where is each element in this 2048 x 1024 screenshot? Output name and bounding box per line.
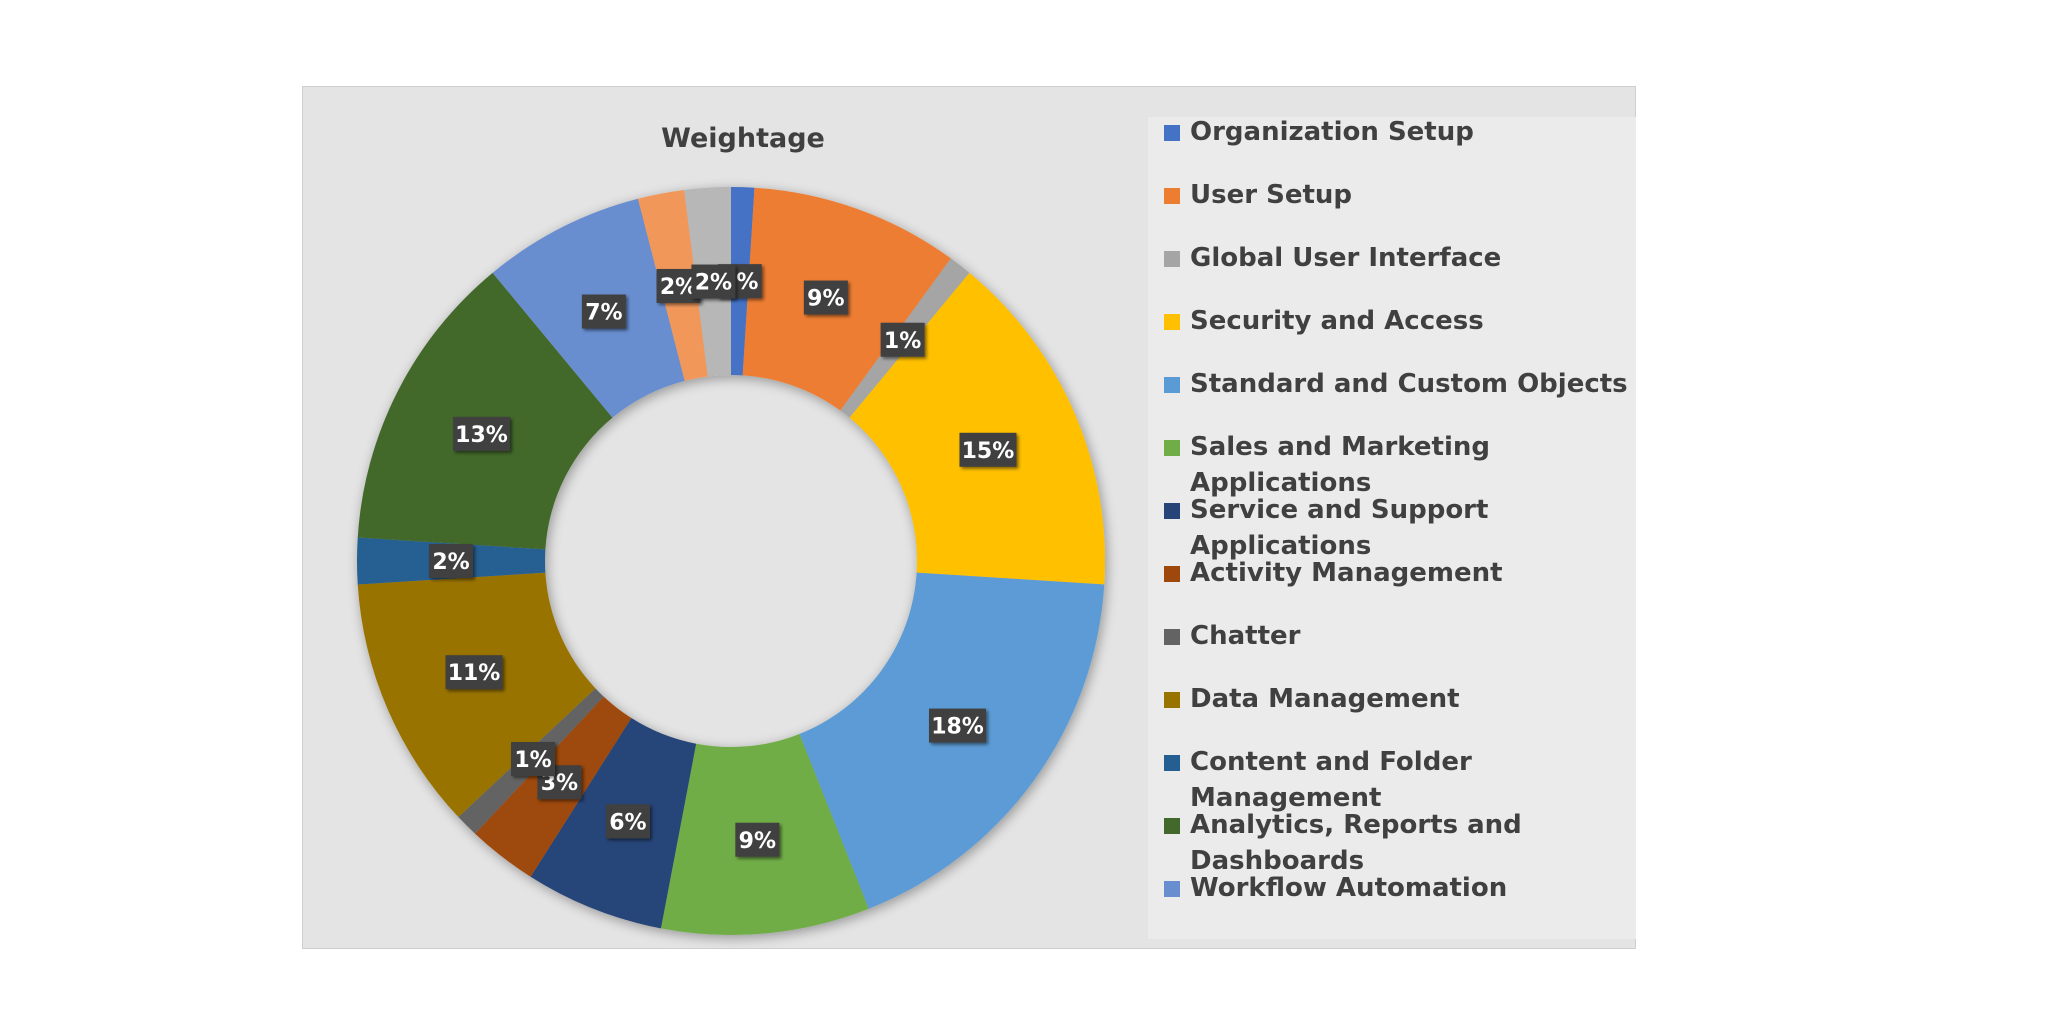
legend-swatch-icon bbox=[1164, 314, 1180, 330]
data-label: 13% bbox=[453, 416, 511, 451]
data-label: 6% bbox=[605, 804, 650, 839]
legend-item: Chatter bbox=[1164, 618, 1630, 654]
data-label: 2% bbox=[691, 264, 736, 299]
data-label-text: 18% bbox=[931, 715, 984, 740]
data-label-text: 9% bbox=[739, 829, 776, 854]
data-label-text: 2% bbox=[432, 550, 469, 575]
data-label-text: 1% bbox=[884, 329, 921, 354]
legend-item: Security and Access bbox=[1164, 303, 1630, 339]
data-label: 11% bbox=[445, 655, 503, 690]
legend-item: Service and Support Applications bbox=[1164, 492, 1630, 564]
data-label: 1% bbox=[511, 741, 556, 776]
legend-item: Standard and Custom Objects bbox=[1164, 366, 1630, 402]
legend-label: Workflow Automation bbox=[1190, 873, 1508, 903]
legend-item: Organization Setup bbox=[1164, 114, 1630, 150]
data-label: 15% bbox=[959, 432, 1017, 467]
legend-swatch-icon bbox=[1164, 881, 1180, 897]
legend-swatch-icon bbox=[1164, 125, 1180, 141]
data-label-text: 2% bbox=[695, 271, 732, 296]
legend-label: Activity Management bbox=[1190, 558, 1503, 588]
legend-label: Organization Setup bbox=[1190, 117, 1474, 147]
legend-item: Global User Interface bbox=[1164, 240, 1630, 276]
legend-swatch-icon bbox=[1164, 440, 1180, 456]
legend-swatch-icon bbox=[1164, 818, 1180, 834]
legend-item: User Setup bbox=[1164, 177, 1630, 213]
legend-swatch-icon bbox=[1164, 188, 1180, 204]
legend-swatch-icon bbox=[1164, 503, 1180, 519]
legend-label: Chatter bbox=[1190, 621, 1301, 651]
legend-item: Analytics, Reports and Dashboards bbox=[1164, 807, 1630, 879]
data-label: 18% bbox=[929, 708, 987, 743]
legend-label: Analytics, Reports and Dashboards bbox=[1190, 810, 1522, 876]
legend-swatch-icon bbox=[1164, 755, 1180, 771]
data-label: 2% bbox=[429, 544, 473, 578]
legend-label: Global User Interface bbox=[1190, 243, 1502, 273]
legend-item: Workflow Automation bbox=[1164, 870, 1630, 906]
legend-item: Activity Management bbox=[1164, 555, 1630, 591]
data-label-text: 7% bbox=[585, 301, 622, 326]
legend-swatch-icon bbox=[1164, 629, 1180, 645]
legend-label: Sales and Marketing Applications bbox=[1190, 432, 1490, 498]
legend-swatch-icon bbox=[1164, 692, 1180, 708]
data-label-text: 15% bbox=[962, 439, 1015, 464]
legend-item: Sales and Marketing Applications bbox=[1164, 429, 1630, 501]
data-label: 1% bbox=[880, 322, 925, 357]
data-label-text: 11% bbox=[448, 661, 501, 686]
legend-swatch-icon bbox=[1164, 251, 1180, 267]
legend-label: Data Management bbox=[1190, 684, 1460, 714]
legend-label: Standard and Custom Objects bbox=[1190, 369, 1628, 399]
legend-label: Content and Folder Management bbox=[1190, 747, 1472, 813]
legend-label: User Setup bbox=[1190, 180, 1353, 210]
data-label: 7% bbox=[581, 294, 626, 329]
data-label: 9% bbox=[803, 280, 848, 315]
data-label-text: 13% bbox=[455, 423, 508, 448]
chart-area: Weightage 1% 9% 1% 15% 18% 9% 6% 3% 1% 11% 2% 13% 7%… bbox=[302, 86, 1636, 949]
data-label-text: 1% bbox=[514, 748, 551, 773]
legend-item: Content and Folder Management bbox=[1164, 744, 1630, 816]
legend-item: Data Management bbox=[1164, 681, 1630, 717]
legend-swatch-icon bbox=[1164, 566, 1180, 582]
legend-swatch-icon bbox=[1164, 377, 1180, 393]
legend: Organization Setup User Setup Global User … bbox=[1148, 117, 1636, 939]
data-label-text: 9% bbox=[807, 287, 844, 312]
donut-chart: 1%9%1%15%18%9%6%3%1%11%2%13%7%2%2% bbox=[357, 187, 1105, 935]
legend-label: Security and Access bbox=[1190, 306, 1484, 336]
data-label: 9% bbox=[735, 822, 780, 857]
legend-label: Service and Support Applications bbox=[1190, 495, 1489, 561]
data-label-text: 6% bbox=[609, 810, 646, 835]
